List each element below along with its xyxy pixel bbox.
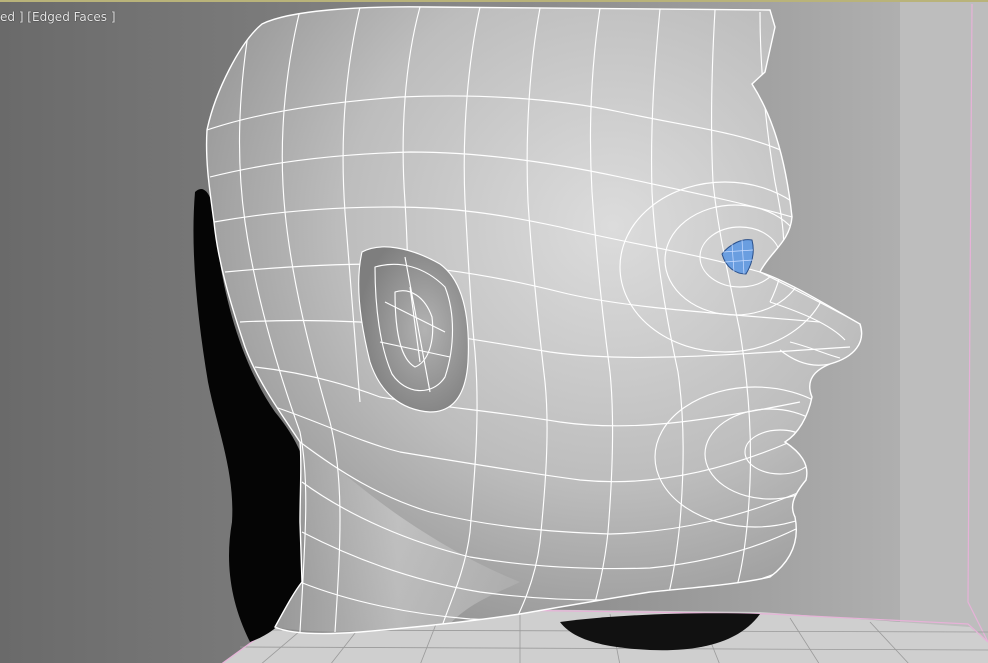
viewport-scene[interactable] — [0, 2, 988, 663]
right-wall — [900, 2, 988, 663]
viewport-3d[interactable]: ed ] [Edged Faces ] — [0, 0, 988, 663]
viewport-label-menu[interactable]: ed ] [Edged Faces ] — [0, 10, 116, 24]
